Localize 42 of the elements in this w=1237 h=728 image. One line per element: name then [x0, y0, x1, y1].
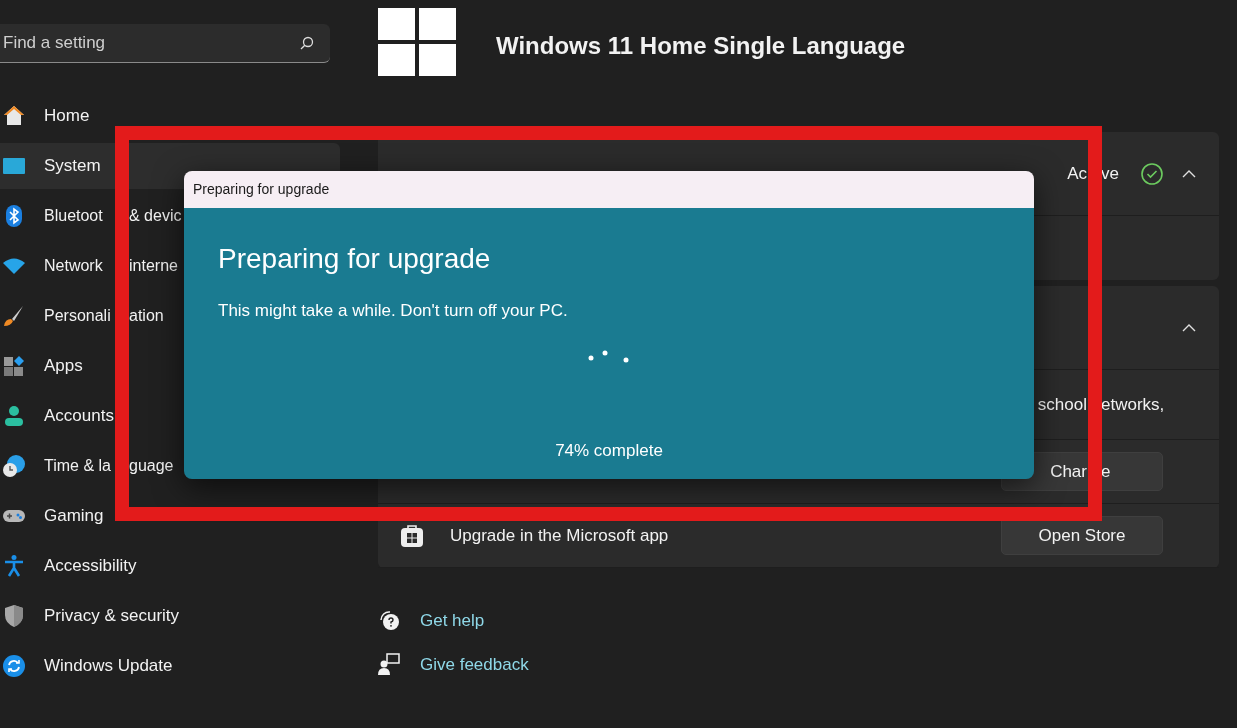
sidebar-label: & devic — [129, 206, 182, 226]
sidebar-label: ation — [129, 306, 164, 326]
edition-title: Windows 11 Home Single Language — [496, 31, 906, 61]
check-circle-icon — [1141, 162, 1163, 185]
sidebar-item[interactable]: Accounts — [0, 393, 340, 439]
sidebar-label: Personali — [44, 306, 112, 326]
apps-icon — [2, 354, 26, 378]
sidebar-label: guage — [129, 456, 174, 476]
sidebar-label: interne — [129, 256, 178, 276]
person-icon — [2, 404, 26, 428]
sidebar-label: Time & la — [44, 456, 112, 476]
accessibility-icon — [2, 554, 26, 578]
help-icon — [378, 609, 400, 632]
help-link[interactable]: Get help — [420, 608, 485, 634]
activation-status: ve — [1101, 162, 1120, 185]
sidebar-label: Network — [44, 256, 104, 276]
sidebar-item[interactable]: Privacy & security — [0, 593, 340, 639]
feedback-icon — [378, 653, 400, 676]
shield-icon — [2, 604, 26, 628]
search-field[interactable]: Find a setting — [0, 24, 330, 63]
search-icon — [300, 36, 314, 50]
sidebar-item[interactable]: Time & la guage — [0, 443, 340, 489]
progress-text: 74% complete — [555, 439, 663, 462]
description-text: etworks, — [1101, 393, 1165, 416]
update-icon — [2, 654, 26, 678]
sidebar-item[interactable]: Accessibility — [0, 543, 340, 589]
dialog-heading: Preparing for upgrade — [218, 242, 492, 276]
sidebar-item[interactable]: Windows Update — [0, 643, 340, 689]
activation-status: Ac — [1067, 162, 1087, 185]
sidebar-item[interactable]: Gaming — [0, 493, 340, 539]
home-icon — [2, 104, 26, 128]
sidebar-item[interactable]: Apps — [0, 343, 340, 389]
row-label: Upgrade in the Microsoft app — [450, 524, 669, 547]
dialog-message: This might take a while. Don't turn off your PC. — [218, 300, 569, 322]
store-icon — [400, 523, 424, 548]
spinner-icon — [588, 349, 630, 364]
description-text: school — [1037, 393, 1087, 416]
help-link[interactable]: Give feedback — [420, 651, 529, 677]
sidebar-label: Bluetoot — [44, 206, 104, 226]
sidebar-item[interactable]: Home — [0, 93, 340, 139]
globe-clock-icon — [2, 454, 26, 478]
action-button[interactable]: Open Store — [1001, 516, 1163, 555]
